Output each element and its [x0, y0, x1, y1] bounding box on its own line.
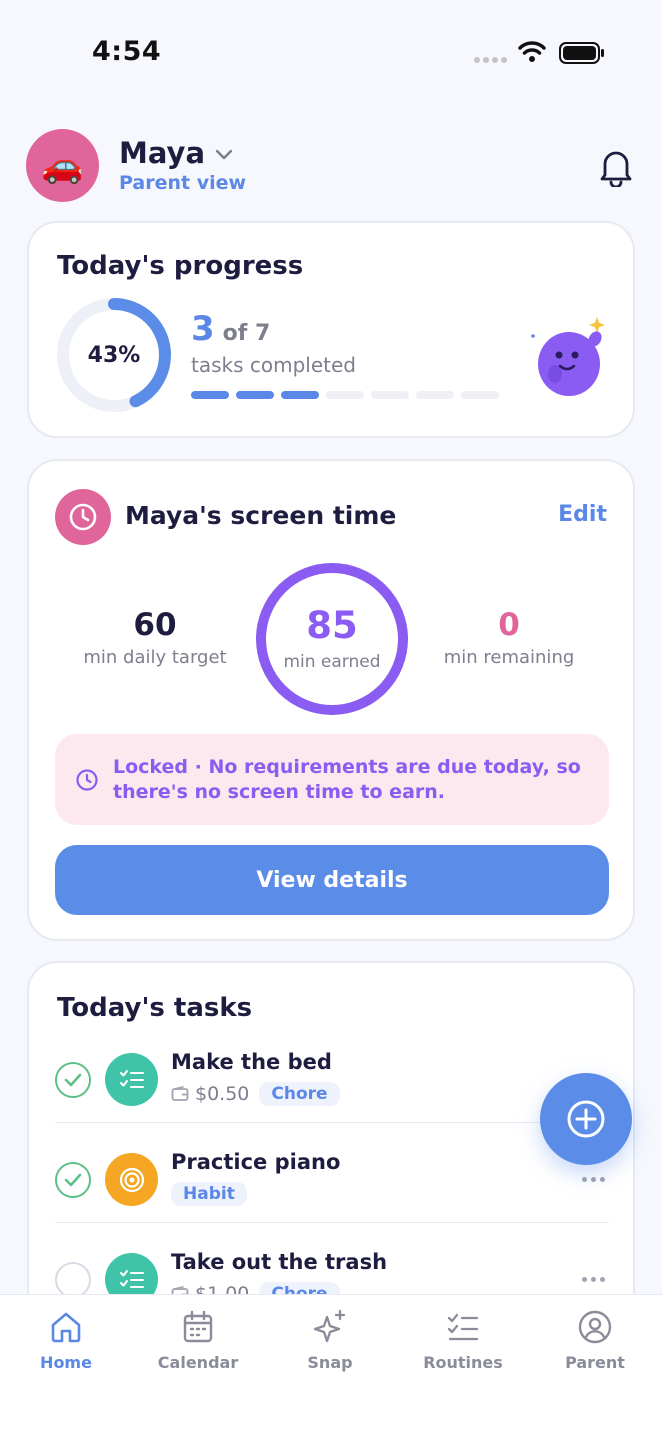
progress-segment [416, 391, 454, 399]
clock-icon [76, 769, 98, 791]
daily-target-stat: 60 min daily target [77, 607, 233, 668]
earned-ring: 85 min earned [256, 563, 408, 715]
profile-subtitle: Parent view [119, 172, 247, 194]
tasks-title: Today's tasks [57, 993, 253, 1023]
task-name: Take out the trash [171, 1250, 388, 1274]
add-task-button[interactable] [540, 1073, 632, 1165]
screen-time-title: Maya's screen time [125, 501, 397, 530]
task-count: 3 of 7 [191, 309, 270, 349]
progress-segment [371, 391, 409, 399]
progress-segment [281, 391, 319, 399]
calendar-icon [183, 1310, 213, 1343]
progress-ring: 43% [55, 296, 173, 414]
status-time: 4:54 [92, 36, 162, 67]
profile-name: Maya [119, 136, 206, 170]
home-icon [51, 1312, 81, 1343]
task-meta: Habit [171, 1182, 247, 1206]
locked-message: Locked · No requirements are due today, … [113, 756, 581, 803]
user-circle-icon [578, 1310, 612, 1344]
tasks-total-label: of 7 [222, 321, 271, 346]
task-meta: $0.50 Chore [171, 1082, 340, 1106]
task-tag: Habit [171, 1182, 247, 1206]
tab-calendar[interactable]: Calendar [143, 1309, 253, 1372]
clock-icon [55, 489, 111, 545]
progress-segment [326, 391, 364, 399]
progress-title: Today's progress [57, 251, 304, 281]
more-icon[interactable] [582, 1177, 605, 1182]
tab-label: Calendar [157, 1353, 239, 1372]
daily-target-label: min daily target [83, 647, 227, 668]
tab-label: Routines [423, 1353, 503, 1372]
task-name: Practice piano [171, 1150, 341, 1174]
progress-segments [191, 391, 499, 399]
avatar[interactable]: 🚗 [26, 129, 99, 202]
earned-label: min earned [283, 651, 381, 672]
progress-segment [461, 391, 499, 399]
wallet-icon [171, 1086, 189, 1101]
tab-routines[interactable]: Routines [408, 1309, 518, 1372]
daily-target-value: 60 [133, 607, 177, 643]
tasks-done-count: 3 [191, 309, 215, 349]
target-icon [105, 1153, 158, 1206]
tab-home[interactable]: Home [11, 1309, 121, 1372]
task-checkbox[interactable] [55, 1162, 91, 1198]
sparkle-icon [313, 1309, 346, 1343]
earned-value: 85 [306, 603, 358, 647]
task-row[interactable]: Make the bed $0.50 Chore [55, 1023, 609, 1123]
screen-time-card: Maya's screen time Edit 60 min daily tar… [27, 459, 635, 941]
task-checkbox[interactable] [55, 1062, 91, 1098]
more-icon[interactable] [582, 1277, 605, 1282]
profile-switcher[interactable]: Maya [119, 136, 233, 170]
status-bar: 4:54 [0, 0, 662, 100]
checklist-icon [105, 1053, 158, 1106]
remaining-label: min remaining [443, 647, 575, 668]
tab-snap[interactable]: Snap [275, 1309, 385, 1372]
chevron-down-icon [215, 149, 233, 160]
task-row[interactable]: Practice piano Habit [55, 1123, 609, 1223]
task-reward: $0.50 [195, 1083, 250, 1105]
progress-percent: 43% [87, 342, 141, 368]
plus-circle-icon [567, 1100, 605, 1138]
wifi-icon [518, 41, 546, 62]
task-name: Make the bed [171, 1050, 332, 1074]
battery-icon [559, 42, 604, 64]
check-icon [64, 1173, 82, 1187]
tab-label: Snap [307, 1353, 353, 1372]
tasks-caption: tasks completed [191, 353, 356, 377]
edit-button[interactable]: Edit [558, 502, 607, 527]
task-tag: Chore [259, 1082, 340, 1106]
task-checkbox[interactable] [55, 1262, 91, 1298]
locked-banner: Locked · No requirements are due today, … [55, 734, 609, 825]
progress-segment [236, 391, 274, 399]
tab-label: Home [40, 1353, 92, 1372]
view-details-button[interactable]: View details [55, 845, 609, 915]
checklist-icon [447, 1313, 479, 1341]
bell-icon[interactable] [596, 145, 636, 187]
tab-label: Parent [565, 1353, 625, 1372]
progress-card: Today's progress 43% 3 of 7 tasks comple… [27, 221, 635, 438]
signal-icon [474, 57, 507, 63]
tab-parent[interactable]: Parent [540, 1309, 650, 1372]
check-icon [64, 1073, 82, 1087]
remaining-stat: 0 min remaining [433, 607, 585, 668]
mascot-icon [531, 317, 605, 396]
remaining-value: 0 [498, 607, 520, 643]
progress-segment [191, 391, 229, 399]
tab-bar: Home Calendar Snap Routines Parent [0, 1294, 662, 1439]
